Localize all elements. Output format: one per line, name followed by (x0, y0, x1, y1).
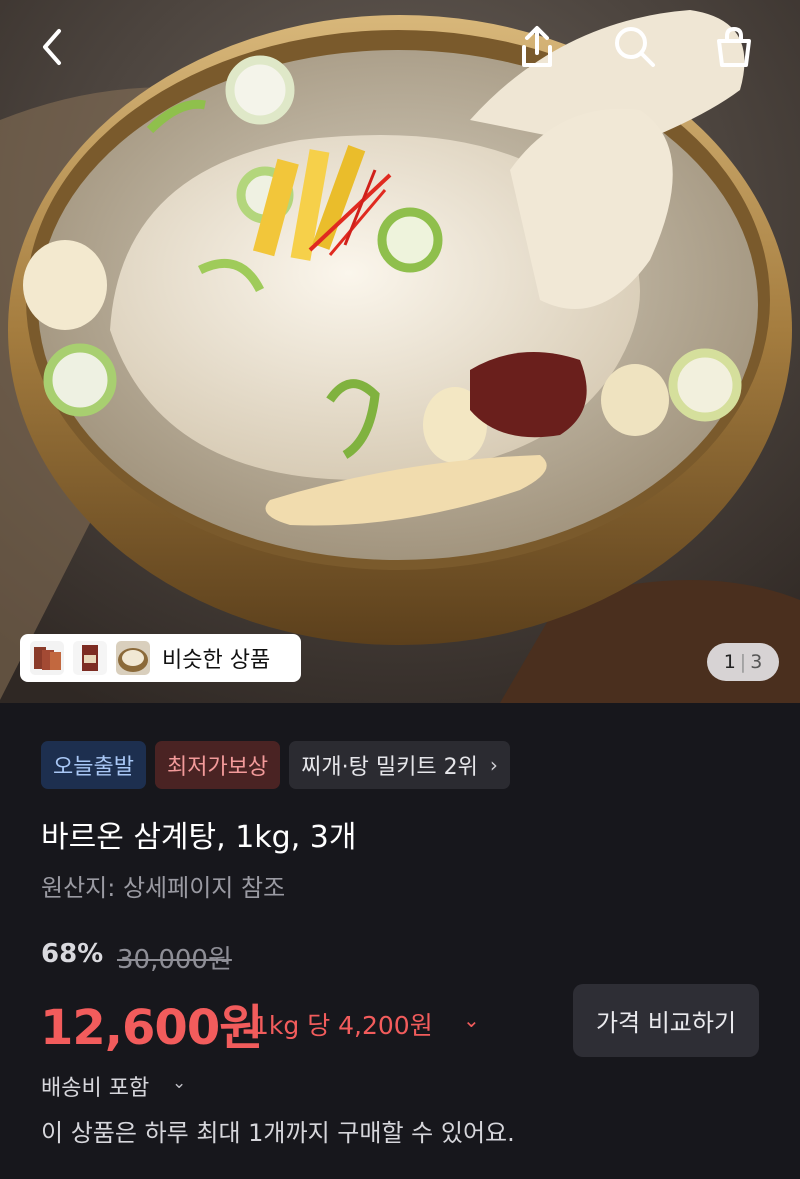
shopping-bag-icon (717, 26, 751, 67)
chevron-left-icon (43, 29, 61, 65)
product-title: 바르온 삼계탕, 1kg, 3개 (41, 820, 357, 855)
price-compare-button[interactable]: 가격 비교하기 (573, 984, 759, 1057)
original-price: 30,000원 (117, 945, 232, 975)
today-shipping-badge: 오늘출발 (41, 741, 146, 789)
share-button[interactable] (510, 20, 564, 74)
sale-price: 12,600원 (40, 1000, 263, 1056)
price-compare-label: 가격 비교하기 (595, 1009, 737, 1037)
search-icon (615, 27, 655, 67)
search-button[interactable] (608, 20, 662, 74)
unit-price[interactable]: 1kg 당 4,200원 (253, 1006, 433, 1042)
cart-button[interactable] (707, 20, 761, 74)
today-shipping-label: 오늘출발 (53, 755, 134, 780)
discount-rate: 68% (41, 939, 104, 969)
badge-row: 오늘출발 최저가보상 찌개·탕 밀키트 2위 › (41, 741, 519, 789)
page-current: 1 (723, 651, 736, 673)
ranking-badge[interactable]: 찌개·탕 밀키트 2위 › (289, 741, 510, 789)
share-icon (522, 26, 552, 67)
similar-thumb-3 (116, 641, 150, 675)
image-page-indicator: 1 | 3 (707, 643, 779, 681)
shipping-fee-toggle[interactable]: 배송비 포함 (41, 1070, 149, 1102)
page-separator: | (739, 651, 747, 673)
chevron-right-icon: › (489, 753, 498, 777)
back-button[interactable] (25, 20, 79, 74)
similar-products-button[interactable]: 비슷한 상품 (20, 634, 301, 682)
page-total: 3 (750, 651, 763, 673)
similar-thumb-1 (30, 641, 64, 675)
similar-thumb-2 (73, 641, 107, 675)
chevron-down-icon[interactable]: ⌄ (172, 1073, 186, 1093)
chevron-down-icon[interactable]: ⌄ (463, 1008, 480, 1032)
product-photo (0, 0, 800, 703)
lowest-price-badge: 최저가보상 (154, 741, 281, 789)
product-image-gallery[interactable]: 비슷한 상품 1 | 3 (0, 0, 800, 703)
top-navigation-bar (0, 0, 800, 90)
similar-products-label: 비슷한 상품 (162, 648, 271, 673)
purchase-limit-notice: 이 상품은 하루 최대 1개까지 구매할 수 있어요. (41, 1119, 515, 1147)
ranking-label: 찌개·탕 밀키트 2위 (301, 755, 478, 780)
product-origin: 원산지: 상세페이지 참조 (41, 874, 286, 902)
lowest-price-label: 최저가보상 (166, 755, 269, 780)
